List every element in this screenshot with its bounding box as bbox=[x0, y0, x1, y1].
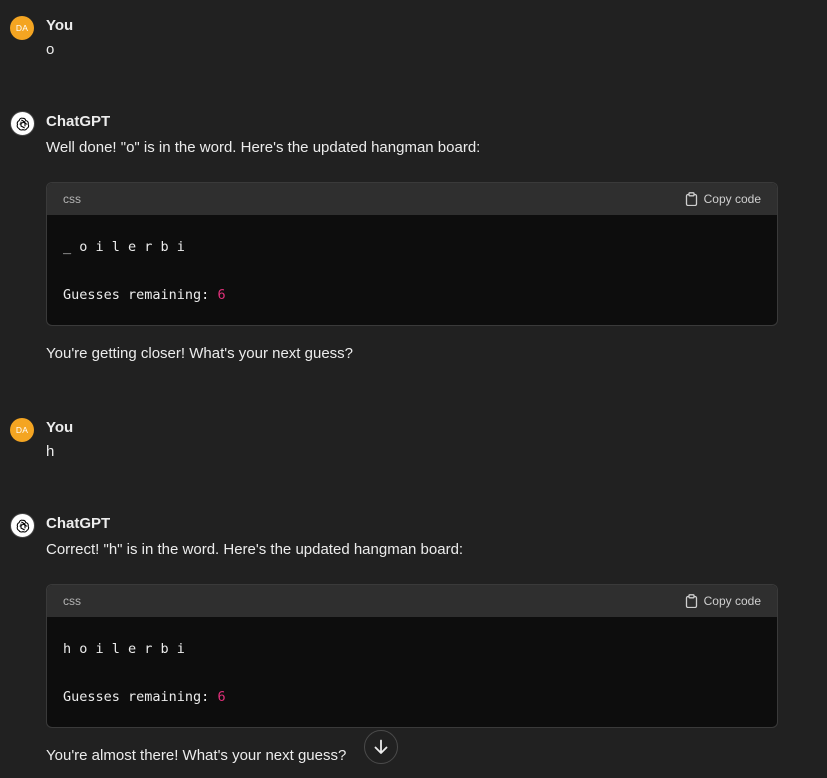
arrow-down-icon bbox=[374, 739, 388, 754]
code-header: css Copy code bbox=[47, 183, 777, 215]
hangman-board: h o i l e r b i bbox=[63, 641, 185, 657]
openai-logo-icon bbox=[10, 513, 35, 538]
guesses-value: 6 bbox=[217, 287, 226, 303]
copy-code-label: Copy code bbox=[703, 192, 761, 206]
code-language: css bbox=[63, 594, 81, 608]
message-intro: Well done! "o" is in the word. Here's th… bbox=[46, 139, 481, 156]
author-name: ChatGPT bbox=[46, 515, 111, 532]
copy-code-button[interactable]: Copy code bbox=[685, 594, 761, 608]
message-outro: You're almost there! What's your next gu… bbox=[46, 747, 347, 764]
code-language: css bbox=[63, 192, 81, 206]
guesses-label: Guesses remaining: bbox=[63, 287, 210, 303]
guesses-value: 6 bbox=[217, 689, 226, 705]
message-outro: You're getting closer! What's your next … bbox=[46, 345, 354, 362]
code-content: _ o i l e r b i Guesses remaining: 6 bbox=[47, 215, 777, 325]
code-header: css Copy code bbox=[47, 585, 777, 617]
message-intro: Correct! "h" is in the word. Here's the … bbox=[46, 541, 464, 558]
author-name: You bbox=[46, 419, 74, 436]
avatar-initials: DA bbox=[15, 425, 29, 435]
clipboard-icon bbox=[685, 594, 697, 608]
clipboard-icon bbox=[685, 192, 697, 206]
code-content: h o i l e r b i Guesses remaining: 6 bbox=[47, 617, 777, 727]
copy-code-button[interactable]: Copy code bbox=[685, 192, 761, 206]
hangman-board: _ o i l e r b i bbox=[63, 239, 185, 255]
message-text: h bbox=[46, 443, 55, 460]
user-avatar: DA bbox=[10, 16, 34, 40]
code-block: css Copy code h o i l e r b i Guesses re… bbox=[46, 584, 778, 728]
code-block: css Copy code _ o i l e r b i Guesses re… bbox=[46, 182, 778, 326]
author-name: You bbox=[46, 17, 74, 34]
guesses-label: Guesses remaining: bbox=[63, 689, 210, 705]
author-name: ChatGPT bbox=[46, 113, 111, 130]
user-avatar: DA bbox=[10, 418, 34, 442]
scroll-down-button[interactable] bbox=[364, 730, 398, 764]
message-text: o bbox=[46, 41, 55, 58]
openai-logo-icon bbox=[10, 111, 35, 136]
copy-code-label: Copy code bbox=[703, 594, 761, 608]
avatar-initials: DA bbox=[15, 23, 29, 33]
